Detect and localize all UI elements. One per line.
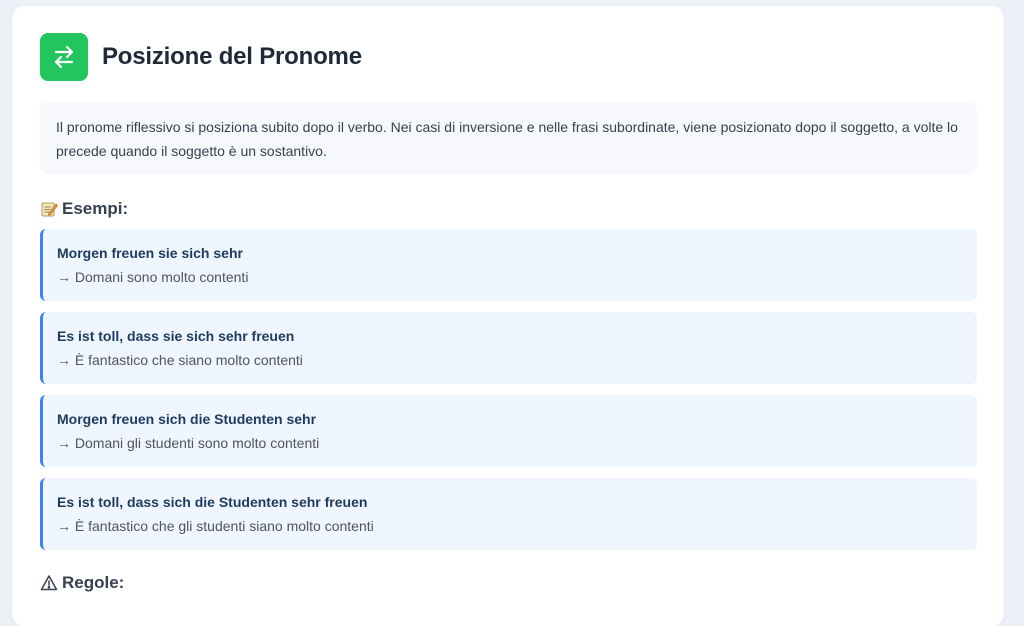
- example-item: Morgen freuen sie sich sehr → Domani son…: [40, 229, 977, 301]
- warning-icon: [40, 574, 58, 592]
- example-german: Morgen freuen sie sich sehr: [57, 245, 243, 261]
- page-title: Posizione del Pronome: [102, 43, 362, 70]
- example-german: Es ist toll, dass sich die Studenten seh…: [57, 494, 368, 510]
- rules-heading: Regole:: [40, 573, 124, 593]
- example-translation: → Domani sono molto contenti: [57, 269, 249, 285]
- example-translation: → È fantastico che siano molto contenti: [57, 352, 303, 368]
- card-header: Posizione del Pronome: [40, 33, 362, 81]
- rules-heading-label: Regole:: [62, 573, 125, 592]
- example-item: Morgen freuen sich die Studenten sehr → …: [40, 395, 977, 467]
- examples-heading-label: Esempi:: [62, 199, 129, 218]
- examples-list: Morgen freuen sie sich sehr → Domani son…: [40, 229, 977, 561]
- example-translation: → È fantastico che gli studenti siano mo…: [57, 518, 374, 534]
- example-german: Morgen freuen sich die Studenten sehr: [57, 411, 317, 427]
- memo-icon: [40, 200, 58, 218]
- example-item: Es ist toll, dass sich die Studenten seh…: [40, 478, 977, 550]
- grammar-card: Posizione del Pronome Il pronome rifless…: [12, 6, 1004, 626]
- example-german: Es ist toll, dass sie sich sehr freuen: [57, 328, 295, 344]
- example-item: Es ist toll, dass sie sich sehr freuen →…: [40, 312, 977, 384]
- examples-heading: Esempi:: [40, 199, 128, 219]
- description-box: Il pronome riflessivo si posiziona subit…: [40, 102, 977, 174]
- swap-arrows-icon: [40, 33, 88, 81]
- example-translation: → Domani gli studenti sono molto content…: [57, 435, 320, 451]
